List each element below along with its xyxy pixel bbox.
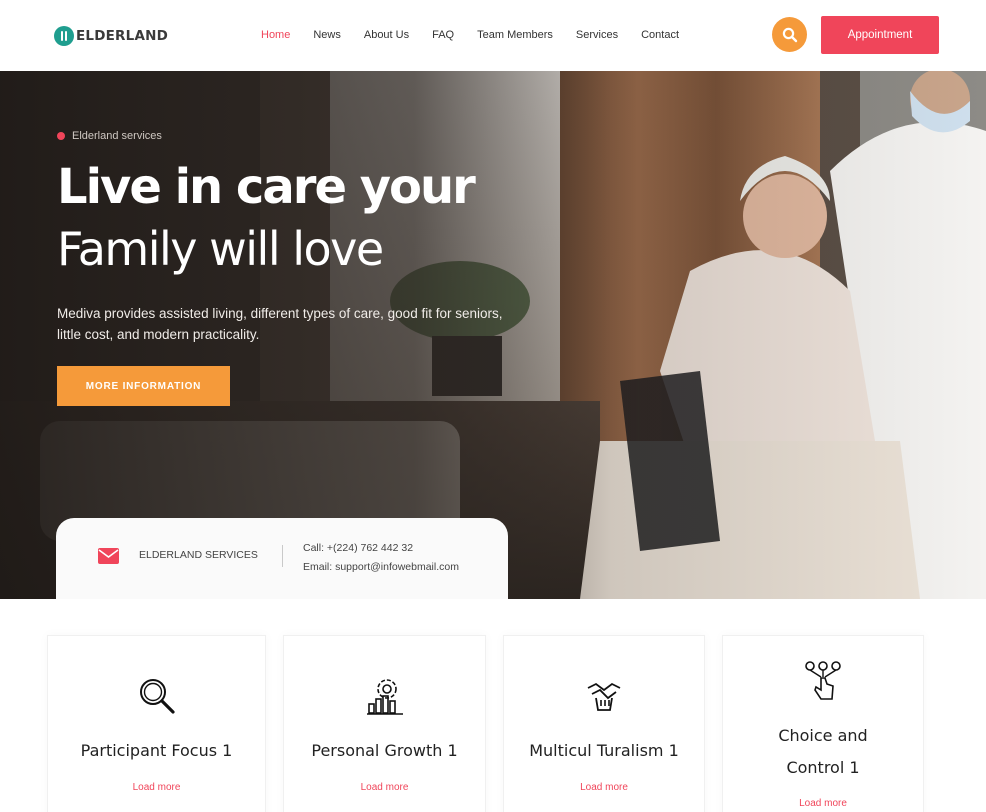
appointment-button[interactable]: Appointment xyxy=(821,16,939,54)
hero-title-line1: Live in care your xyxy=(57,159,476,215)
search-button[interactable] xyxy=(772,17,807,52)
logo-text: ELDERLAND xyxy=(76,28,169,44)
contact-card: ELDERLAND SERVICES Call: +(224) 762 442 … xyxy=(56,518,508,599)
nav-services[interactable]: Services xyxy=(576,29,618,41)
handshake-icon xyxy=(587,682,621,711)
feature-title-line2: Control 1 xyxy=(786,758,860,777)
nav-home[interactable]: Home xyxy=(261,29,290,41)
search-icon xyxy=(782,27,797,42)
feature-card-personal-growth: Personal Growth 1 Load more xyxy=(283,635,486,812)
logo-mark-icon xyxy=(54,26,74,46)
nav-contact[interactable]: Contact xyxy=(641,29,679,41)
choice-hand-icon xyxy=(805,661,841,700)
feature-card-participant-focus: Participant Focus 1 Load more xyxy=(47,635,266,812)
features-section: Participant Focus 1 Load more Personal G… xyxy=(0,599,986,812)
logo[interactable]: ELDERLAND xyxy=(54,26,168,46)
load-more-link[interactable]: Load more xyxy=(723,798,923,809)
feature-title-line1: Choice and xyxy=(778,726,868,745)
nav-faq[interactable]: FAQ xyxy=(432,29,454,41)
mail-icon xyxy=(98,548,119,564)
load-more-link[interactable]: Load more xyxy=(504,782,704,793)
eyebrow-text: Elderland services xyxy=(72,130,162,142)
nav-news[interactable]: News xyxy=(313,29,341,41)
load-more-link[interactable]: Load more xyxy=(284,782,485,793)
hero-description: Mediva provides assisted living, differe… xyxy=(57,306,503,342)
feature-title: Multicul Turalism 1 xyxy=(529,741,679,760)
feature-card-multicul-turalism: Multicul Turalism 1 Load more xyxy=(503,635,705,812)
eyebrow-dot-icon xyxy=(57,132,65,140)
hero-title-line2: Family will love xyxy=(57,222,384,276)
nav-team-members[interactable]: Team Members xyxy=(477,29,553,41)
contact-email[interactable]: Email: support@infowebmail.com xyxy=(303,561,459,573)
feature-card-choice-and-control: Choice and Control 1 Load more xyxy=(722,635,924,812)
growth-chart-icon xyxy=(366,679,403,715)
contact-label: ELDERLAND SERVICES xyxy=(139,549,258,561)
nav-about-us[interactable]: About Us xyxy=(364,29,409,41)
contact-divider xyxy=(282,545,283,567)
load-more-link[interactable]: Load more xyxy=(48,782,265,793)
site-header: ELDERLAND Home News About Us FAQ Team Me… xyxy=(0,0,986,71)
hero-eyebrow: Elderland services xyxy=(57,130,162,142)
main-nav: Home News About Us FAQ Team Members Serv… xyxy=(261,29,702,41)
feature-title: Personal Growth 1 xyxy=(311,741,458,760)
feature-title: Participant Focus 1 xyxy=(80,741,233,760)
contact-phone[interactable]: Call: +(224) 762 442 32 xyxy=(303,542,413,554)
hero-section: Elderland services Live in care your Fam… xyxy=(0,71,986,599)
more-information-button[interactable]: MORE INFORMATION xyxy=(57,366,230,406)
magnifier-icon xyxy=(139,679,175,714)
